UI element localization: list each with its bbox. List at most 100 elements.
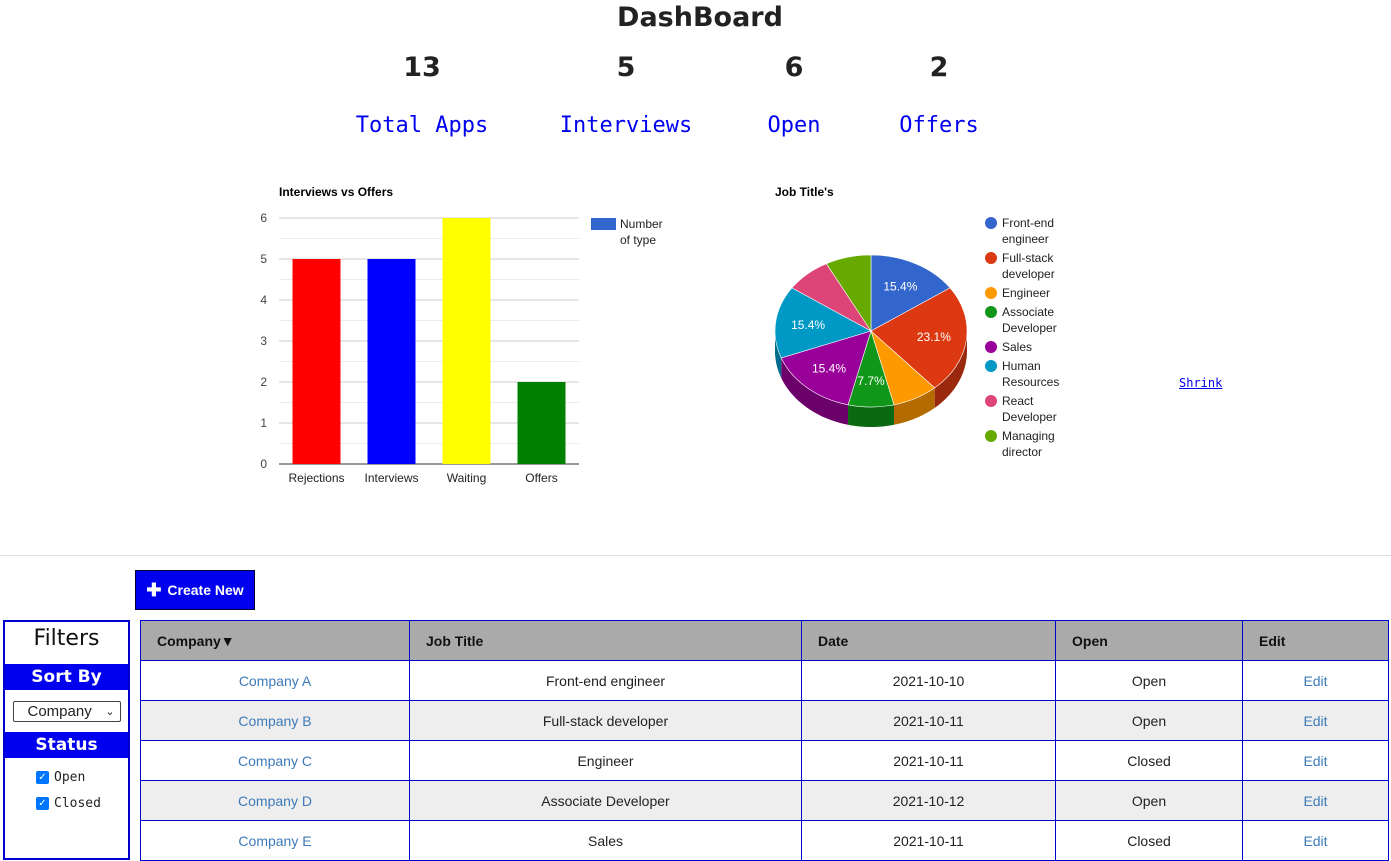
column-header-date[interactable]: Date (801, 620, 1056, 661)
legend-swatch (591, 218, 616, 230)
open-status-cell: Open (1055, 700, 1243, 741)
status-open-checkbox[interactable]: ✓ (36, 770, 49, 784)
job-title-cell: Full-stack developer (409, 700, 802, 741)
y-tick-label: 3 (260, 334, 267, 348)
open-status-cell: Closed (1055, 820, 1243, 861)
page-title: DashBoard (617, 2, 783, 33)
pie-chart-title: Job Title's (775, 185, 834, 199)
pie-slice-label: 23.1% (917, 330, 951, 344)
pie-slice-side (848, 404, 894, 427)
legend-label: Resources (1002, 375, 1059, 389)
create-new-button[interactable]: ✚ Create New (135, 570, 255, 610)
legend-dot (985, 430, 997, 442)
legend-label: of type (620, 233, 656, 247)
table-row: Company D Associate Developer 2021-10-12… (140, 780, 1389, 821)
sort-by-wrap: Company ⌄ (5, 690, 128, 732)
stat-value: 2 (929, 52, 949, 83)
legend-label: Human (1002, 359, 1041, 373)
edit-link[interactable]: Edit (1242, 740, 1389, 781)
applications-table: Company▼ Job Title Date Open Edit Compan… (140, 620, 1389, 861)
bar-chart: 0 1 2 3 4 5 6 Rejections Interviews Waiting Offers… (260, 211, 663, 485)
table-header-row: Company▼ Job Title Date Open Edit (140, 620, 1389, 661)
open-status-cell: Open (1055, 780, 1243, 821)
pie-slice-label: 15.4% (883, 280, 917, 294)
legend-dot (985, 217, 997, 229)
filters-panel: Filters Sort By Company ⌄ Status ✓ Open … (3, 620, 130, 860)
table-row: Company A Front-end engineer 2021-10-10 … (140, 660, 1389, 701)
pie-chart: 15.4% 23.1% 7.7% 15.4% 15.4% Front-end enginee… (774, 216, 1059, 459)
job-title-cell: Engineer (409, 740, 802, 781)
x-tick-label: Interviews (364, 471, 418, 485)
legend-label: Number (620, 217, 663, 231)
legend-label: Full-stack (1002, 251, 1054, 265)
job-title-cell: Sales (409, 820, 802, 861)
legend-dot (985, 395, 997, 407)
edit-link[interactable]: Edit (1242, 700, 1389, 741)
bar (442, 218, 491, 464)
y-tick-label: 1 (260, 416, 267, 430)
legend-label: engineer (1002, 232, 1049, 246)
section-divider (0, 555, 1391, 556)
status-open-label: Open (54, 769, 86, 785)
legend-label: developer (1002, 267, 1055, 281)
stat-link-offers[interactable]: Offers (839, 113, 1039, 138)
legend-label: Engineer (1002, 286, 1050, 300)
legend-label: Sales (1002, 340, 1032, 354)
legend-label: React (1002, 394, 1034, 408)
legend-label: Front-end (1002, 216, 1054, 230)
legend-label: Developer (1002, 321, 1057, 335)
y-tick-label: 5 (260, 252, 267, 266)
table-row: Company B Full-stack developer 2021-10-1… (140, 700, 1389, 741)
column-header-company[interactable]: Company▼ (140, 620, 410, 661)
status-closed-checkbox[interactable]: ✓ (36, 796, 49, 810)
chevron-down-icon: ⌄ (105, 705, 115, 718)
company-link[interactable]: Company B (140, 700, 410, 741)
legend-label: director (1002, 445, 1042, 459)
column-header-job-title[interactable]: Job Title (409, 620, 802, 661)
status-closed-label: Closed (54, 795, 101, 811)
legend-dot (985, 306, 997, 318)
y-tick-label: 2 (260, 375, 267, 389)
company-link[interactable]: Company E (140, 820, 410, 861)
x-tick-label: Offers (525, 471, 557, 485)
sort-by-value: Company (27, 702, 92, 720)
x-tick-label: Rejections (288, 471, 344, 485)
open-status-cell: Closed (1055, 740, 1243, 781)
edit-link[interactable]: Edit (1242, 660, 1389, 701)
edit-link[interactable]: Edit (1242, 820, 1389, 861)
company-link[interactable]: Company D (140, 780, 410, 821)
column-header-open[interactable]: Open (1055, 620, 1243, 661)
open-status-cell: Open (1055, 660, 1243, 701)
date-cell: 2021-10-10 (801, 660, 1056, 701)
table-row: Company E Sales 2021-10-11 Closed Edit (140, 820, 1389, 861)
status-closed-row: ✓ Closed (5, 790, 128, 816)
legend-dot (985, 360, 997, 372)
column-header-edit[interactable]: Edit (1242, 620, 1389, 661)
job-title-cell: Associate Developer (409, 780, 802, 821)
pie-slice-label: 15.4% (791, 318, 825, 332)
legend-dot (985, 341, 997, 353)
date-cell: 2021-10-12 (801, 780, 1056, 821)
y-tick-label: 4 (260, 293, 267, 307)
job-title-cell: Front-end engineer (409, 660, 802, 701)
legend-dot (985, 252, 997, 264)
status-open-row: ✓ Open (5, 764, 128, 790)
legend-label: Developer (1002, 410, 1057, 424)
legend-dot (985, 287, 997, 299)
edit-link[interactable]: Edit (1242, 780, 1389, 821)
legend-label: Associate (1002, 305, 1054, 319)
sort-by-select[interactable]: Company ⌄ (12, 700, 121, 722)
shrink-link[interactable]: Shrink (1179, 376, 1222, 390)
company-link[interactable]: Company A (140, 660, 410, 701)
filters-title: Filters (33, 626, 100, 651)
stat-value: 13 (403, 52, 441, 83)
date-cell: 2021-10-11 (801, 820, 1056, 861)
pie-slice-label: 15.4% (812, 362, 846, 376)
date-cell: 2021-10-11 (801, 740, 1056, 781)
company-link[interactable]: Company C (140, 740, 410, 781)
create-new-label: Create New (167, 582, 244, 598)
stat-link-total-apps[interactable]: Total Apps (322, 113, 522, 138)
bar (367, 259, 416, 464)
table-row: Company C Engineer 2021-10-11 Closed Edi… (140, 740, 1389, 781)
y-tick-label: 6 (260, 211, 267, 225)
